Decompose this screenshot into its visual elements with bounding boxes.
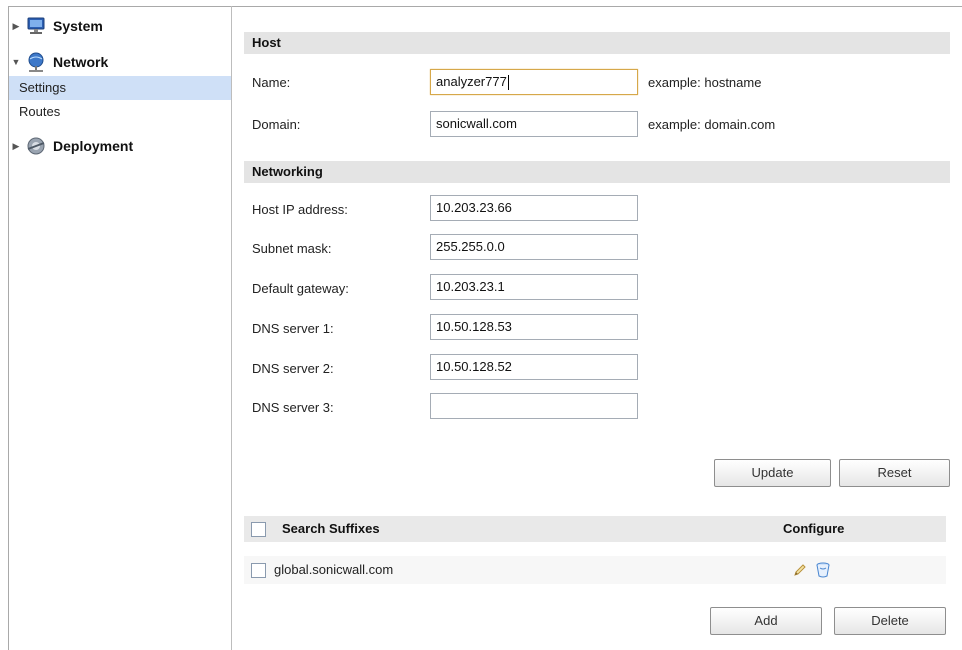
sidebar-item-label: Network: [53, 54, 109, 70]
sidebar-nav: ▶ System ▼ Network Settings Routes ▶ Dep…: [9, 7, 231, 650]
configure-header-label: Configure: [783, 521, 845, 536]
name-field[interactable]: analyzer777: [430, 69, 638, 95]
host-ip-label: Host IP address:: [252, 202, 348, 217]
deployment-icon: [27, 137, 45, 155]
domain-hint: example: domain.com: [648, 117, 776, 132]
add-button[interactable]: Add: [710, 607, 822, 635]
networking-section-header: Networking: [244, 161, 950, 183]
domain-field[interactable]: sonicwall.com: [430, 111, 638, 137]
table-row: global.sonicwall.com: [244, 556, 946, 584]
suffixes-grid-header: Search Suffixes Configure: [244, 516, 946, 542]
text-cursor: [507, 75, 509, 91]
pencil-icon[interactable]: [792, 562, 808, 578]
suffixes-header-label: Search Suffixes: [282, 521, 380, 536]
host-section-header: Host: [244, 32, 950, 54]
expand-arrow-icon[interactable]: ▶: [9, 21, 23, 32]
suffix-value: global.sonicwall.com: [274, 562, 394, 577]
dns-server-2-label: DNS server 2:: [252, 361, 334, 376]
dns-server-1-field[interactable]: 10.50.128.53: [430, 314, 638, 340]
update-button[interactable]: Update: [714, 459, 831, 487]
reset-button[interactable]: Reset: [839, 459, 950, 487]
name-label: Name:: [252, 75, 291, 90]
monitor-icon: [27, 17, 45, 34]
domain-label: Domain:: [252, 117, 301, 132]
trash-icon[interactable]: [815, 561, 831, 579]
host-ip-field[interactable]: 10.203.23.66: [430, 195, 638, 221]
network-globe-icon: [28, 52, 44, 72]
sidebar-item-routes[interactable]: Routes: [9, 100, 231, 124]
select-all-checkbox[interactable]: [251, 522, 266, 537]
row-checkbox[interactable]: [251, 563, 266, 578]
dns-server-2-field[interactable]: 10.50.128.52: [430, 354, 638, 380]
subnet-mask-label: Subnet mask:: [252, 241, 332, 256]
sidebar-divider: [231, 6, 232, 650]
default-gateway-field[interactable]: 10.203.23.1: [430, 274, 638, 300]
sidebar-item-network[interactable]: ▼ Network: [9, 49, 108, 75]
sidebar-item-settings[interactable]: Settings: [9, 76, 231, 100]
name-hint: example: hostname: [648, 75, 762, 90]
sidebar-item-label: System: [53, 18, 103, 34]
dns-server-3-field[interactable]: [430, 393, 638, 419]
sidebar-item-system[interactable]: ▶ System: [9, 13, 103, 39]
dns-server-3-label: DNS server 3:: [252, 400, 334, 415]
delete-button[interactable]: Delete: [834, 607, 946, 635]
expand-arrow-icon[interactable]: ▶: [9, 141, 23, 152]
sidebar-item-label: Deployment: [53, 138, 134, 154]
default-gateway-label: Default gateway:: [252, 281, 349, 296]
collapse-arrow-icon[interactable]: ▼: [9, 57, 23, 67]
subnet-mask-field[interactable]: 255.255.0.0: [430, 234, 638, 260]
dns-server-1-label: DNS server 1:: [252, 321, 334, 336]
name-value: analyzer777: [436, 74, 507, 89]
sidebar-item-deployment[interactable]: ▶ Deployment: [9, 133, 133, 159]
